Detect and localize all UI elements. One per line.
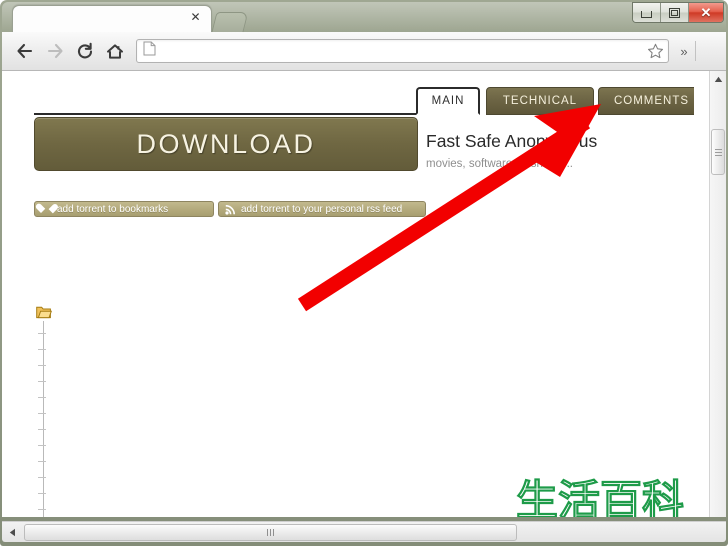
file-tree-tick xyxy=(38,445,46,446)
bookmark-star-button[interactable] xyxy=(642,43,668,59)
add-torrent-to-bookmarks-button[interactable]: add torrent to bookmarks xyxy=(34,201,214,217)
horizontal-scrollbar-thumb[interactable] xyxy=(24,524,517,541)
tab-technical[interactable]: TECHNICAL xyxy=(486,87,594,115)
vertical-scrollbar[interactable] xyxy=(709,71,726,517)
browser-window: ✕ ✕ » MAIN TECHNICAL COMMENTS DOWNLOAD F… xyxy=(0,0,728,546)
minimize-button[interactable] xyxy=(633,3,661,22)
tab-comments[interactable]: COMMENTS 5 xyxy=(598,87,694,115)
tagline-block: Fast Safe Anonymous movies, software, tv… xyxy=(426,131,686,170)
tab-main-label: MAIN xyxy=(431,95,465,107)
watermark: 生活百科 www.bimeiz.com xyxy=(510,467,694,517)
download-button[interactable]: DOWNLOAD xyxy=(34,117,418,171)
file-tree-tick xyxy=(38,397,46,398)
horizontal-scrollbar[interactable] xyxy=(2,521,726,542)
back-arrow-icon xyxy=(17,43,33,59)
folder-icon[interactable] xyxy=(36,305,53,324)
watermark-characters: 生活百科 xyxy=(516,476,684,517)
star-icon xyxy=(647,43,663,59)
add-torrent-to-rss-label: add torrent to your personal rss feed xyxy=(241,203,403,215)
scroll-left-button[interactable] xyxy=(4,524,21,541)
maximize-button[interactable] xyxy=(661,3,689,22)
forward-button[interactable] xyxy=(40,36,70,66)
maximize-icon xyxy=(669,7,680,18)
file-tree-line xyxy=(43,321,44,517)
address-bar[interactable] xyxy=(136,39,669,63)
tab-baseline-rule xyxy=(34,113,426,115)
rss-icon xyxy=(225,204,236,215)
toolbar-overflow-button[interactable]: » xyxy=(673,44,695,59)
add-torrent-to-rss-button[interactable]: add torrent to your personal rss feed xyxy=(218,201,426,217)
minimize-icon xyxy=(641,11,652,18)
file-tree-tick xyxy=(38,509,46,510)
tab-technical-label: TECHNICAL xyxy=(502,95,578,107)
file-tree-tick xyxy=(38,413,46,414)
file-tree-tick xyxy=(38,429,46,430)
home-icon xyxy=(107,43,123,59)
reload-button[interactable] xyxy=(70,36,100,66)
tab-comments-label: COMMENTS xyxy=(613,95,690,107)
file-tree-tick xyxy=(38,349,46,350)
page-document-icon xyxy=(143,41,156,61)
browser-tab[interactable]: ✕ xyxy=(12,5,212,32)
scroll-up-button[interactable] xyxy=(710,71,726,87)
page-content: MAIN TECHNICAL COMMENTS 5 DOWNLOAD Fast … xyxy=(2,71,694,517)
browser-toolbar: » xyxy=(2,32,726,71)
forward-arrow-icon xyxy=(47,43,63,59)
file-tree-tick xyxy=(38,477,46,478)
tab-strip: ✕ ✕ xyxy=(0,0,728,32)
file-tree-tick xyxy=(38,365,46,366)
browser-viewport: MAIN TECHNICAL COMMENTS 5 DOWNLOAD Fast … xyxy=(2,71,726,517)
file-tree-tick xyxy=(38,333,46,334)
chevron-up-icon xyxy=(714,76,722,82)
add-torrent-to-bookmarks-label: add torrent to bookmarks xyxy=(57,203,169,215)
close-icon: ✕ xyxy=(700,5,712,20)
file-tree-tick xyxy=(38,493,46,494)
document-icon xyxy=(143,41,156,56)
vertical-scrollbar-thumb[interactable] xyxy=(711,129,725,175)
new-tab-button[interactable] xyxy=(211,12,249,32)
heart-icon xyxy=(41,204,52,214)
window-controls: ✕ xyxy=(632,2,724,23)
home-button[interactable] xyxy=(100,36,130,66)
site-tab-bar: MAIN TECHNICAL COMMENTS 5 xyxy=(34,87,694,115)
chevron-left-icon xyxy=(9,528,15,537)
file-tree-tick xyxy=(38,381,46,382)
tagline-title: Fast Safe Anonymous xyxy=(426,131,598,151)
file-tree-tick xyxy=(38,461,46,462)
tab-close-icon[interactable]: ✕ xyxy=(189,11,202,24)
download-button-label: DOWNLOAD xyxy=(136,128,316,159)
reload-icon xyxy=(77,42,93,59)
tab-main[interactable]: MAIN xyxy=(416,87,480,115)
tagline-subtitle: movies, software, tv shows... xyxy=(426,158,573,170)
close-button[interactable]: ✕ xyxy=(689,3,723,22)
toolbar-divider xyxy=(695,41,696,61)
back-button[interactable] xyxy=(10,36,40,66)
